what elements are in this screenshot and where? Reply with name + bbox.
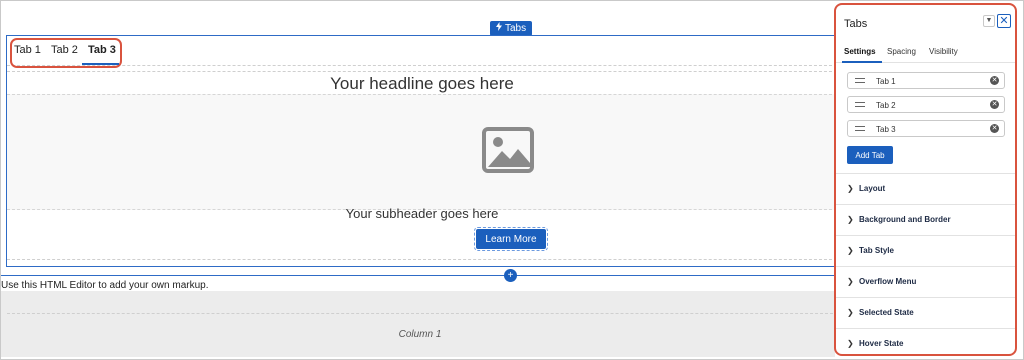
section-label: Hover State — [859, 339, 904, 348]
section-overflow-menu[interactable]: ❯ Overflow Menu — [836, 266, 1015, 297]
section-hover-state[interactable]: ❯ Hover State — [836, 328, 1015, 354]
chevron-right-icon: ❯ — [847, 246, 854, 255]
remove-icon[interactable]: ✕ — [990, 76, 999, 85]
tab-visibility[interactable]: Visibility — [929, 47, 958, 56]
subheader: Your subheader goes here — [345, 206, 499, 221]
panel-header: Tabs ▼ ✕ — [836, 5, 1015, 41]
drag-handle-icon[interactable] — [855, 102, 865, 107]
image-placeholder[interactable] — [7, 94, 837, 210]
tabs-chip-label: Tabs — [505, 23, 527, 34]
remove-icon[interactable]: ✕ — [990, 124, 999, 133]
chevron-down-icon[interactable]: ▼ — [983, 15, 995, 27]
chevron-right-icon: ❯ — [847, 308, 854, 317]
remove-icon[interactable]: ✕ — [990, 100, 999, 109]
chevron-right-icon: ❯ — [847, 339, 854, 348]
tab-settings[interactable]: Settings — [844, 47, 876, 56]
section-label: Selected State — [859, 308, 914, 317]
section-label: Overflow Menu — [859, 277, 917, 286]
properties-panel: Tabs ▼ ✕ Settings Spacing Visibility Tab… — [834, 3, 1017, 356]
chevron-right-icon: ❯ — [847, 277, 854, 286]
tab-item-label: Tab 1 — [876, 77, 896, 86]
tabs-component[interactable]: Tab 1 Tab 2 Tab 3 Your headline goes her… — [6, 35, 838, 267]
column-label: Column 1 — [398, 329, 442, 340]
tab-1[interactable]: Tab 1 — [14, 44, 41, 56]
drag-handle-icon[interactable] — [855, 78, 865, 83]
html-editor-hint: Use this HTML Editor to add your own mar… — [1, 280, 209, 291]
tab-item[interactable]: Tab 3 ✕ — [847, 120, 1005, 137]
panel-subtabs: Settings Spacing Visibility — [836, 41, 1015, 63]
tab-2[interactable]: Tab 2 — [51, 44, 78, 56]
lightning-icon — [496, 21, 502, 36]
tab-item[interactable]: Tab 2 ✕ — [847, 96, 1005, 113]
section-tab-style[interactable]: ❯ Tab Style — [836, 235, 1015, 266]
column-section: Column 1 — [1, 291, 835, 357]
tab-3[interactable]: Tab 3 — [88, 44, 116, 56]
section-label: Tab Style — [859, 246, 894, 255]
section-selected-state[interactable]: ❯ Selected State — [836, 297, 1015, 328]
learn-more-button[interactable]: Learn More — [474, 227, 548, 251]
component-boundary — [1, 275, 835, 276]
section-background-border[interactable]: ❯ Background and Border — [836, 204, 1015, 235]
column-1[interactable]: Column 1 — [7, 313, 833, 357]
active-tab-indicator — [82, 63, 119, 65]
panel-title: Tabs — [844, 18, 868, 30]
chevron-right-icon: ❯ — [847, 184, 854, 193]
section-label: Layout — [859, 184, 886, 193]
section-label: Background and Border — [859, 215, 951, 224]
drag-handle-icon[interactable] — [855, 126, 865, 131]
tab-item[interactable]: Tab 1 ✕ — [847, 72, 1005, 89]
chevron-right-icon: ❯ — [847, 215, 854, 224]
section-layout[interactable]: ❯ Layout — [836, 173, 1015, 204]
tab-bar: Tab 1 Tab 2 Tab 3 — [7, 36, 837, 68]
add-component-button[interactable]: + — [504, 269, 517, 282]
close-icon[interactable]: ✕ — [997, 14, 1011, 28]
tab-spacing[interactable]: Spacing — [887, 47, 916, 56]
add-tab-button[interactable]: Add Tab — [847, 146, 893, 164]
section-divider — [7, 259, 837, 260]
tabs-component-chip[interactable]: Tabs — [490, 21, 533, 36]
section-divider — [7, 71, 837, 72]
tab-item-label: Tab 3 — [876, 125, 896, 134]
headline: Your headline goes here — [330, 74, 514, 93]
image-placeholder-icon — [482, 127, 534, 178]
tab-item-label: Tab 2 — [876, 101, 896, 110]
active-subtab-indicator — [842, 61, 882, 63]
